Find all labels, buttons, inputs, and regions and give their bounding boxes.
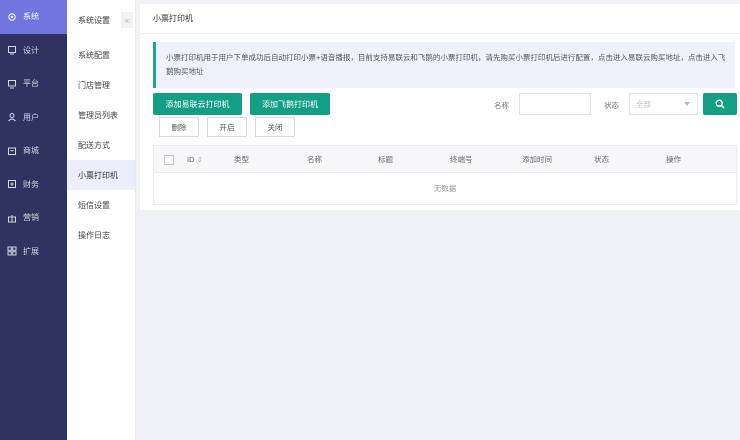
subnav-item-admin-list[interactable]: 管理员列表 xyxy=(67,100,135,130)
user-icon xyxy=(6,111,18,123)
printer-table: ID ⇕ 类型 名称 标题 终端号 添加时间 状态 操作 无数据 xyxy=(153,145,737,205)
nav-label: 财务 xyxy=(23,179,39,189)
search-icon xyxy=(715,99,725,109)
nav-label: 营销 xyxy=(23,213,39,223)
col-terminal: 终端号 xyxy=(450,154,473,164)
delete-button[interactable]: 删除 xyxy=(159,117,199,137)
name-label: 名称 xyxy=(494,101,509,110)
add-feie-printer-button[interactable]: 添加飞鹅打印机 xyxy=(250,93,330,115)
col-actions: 操作 xyxy=(666,154,681,164)
shop-icon xyxy=(6,145,18,157)
col-status: 状态 xyxy=(594,154,609,164)
notice-text: 小票打印机用于用户下单成功后自动打印小票+语音播报，目前支持易联云和飞鹅的小票打… xyxy=(166,53,598,62)
col-id[interactable]: ID ⇕ xyxy=(187,155,203,164)
disable-button[interactable]: 关闭 xyxy=(255,117,295,137)
col-title: 标题 xyxy=(378,154,393,164)
page-title: 小票打印机 xyxy=(140,4,740,34)
main-nav: 系统 设计 平台 用户 商城 财务 营销 扩展 xyxy=(0,0,67,440)
nav-item-platform[interactable]: 平台 xyxy=(0,67,67,101)
nav-label: 设计 xyxy=(23,45,39,55)
nav-item-design[interactable]: 设计 xyxy=(0,34,67,68)
sub-nav: 系统设置 « 系统配置 门店管理 管理员列表 配送方式 小票打印机 短信设置 操… xyxy=(67,0,136,440)
add-yilianyun-printer-button[interactable]: 添加易联云打印机 xyxy=(153,93,242,115)
status-select-value: 全部 xyxy=(636,99,651,109)
nav-label: 商城 xyxy=(23,146,39,156)
col-name: 名称 xyxy=(307,154,322,164)
grid-icon xyxy=(6,245,18,257)
gear-icon xyxy=(6,11,18,23)
nav-item-shop[interactable]: 商城 xyxy=(0,134,67,168)
nav-item-system[interactable]: 系统 xyxy=(0,0,67,34)
subnav-item-system-config[interactable]: 系统配置 xyxy=(67,40,135,70)
nav-item-finance[interactable]: 财务 xyxy=(0,168,67,202)
subnav-item-receipt-printer[interactable]: 小票打印机 xyxy=(67,160,135,190)
status-select[interactable]: 全部 xyxy=(629,93,698,115)
nav-item-user[interactable]: 用户 xyxy=(0,101,67,135)
chevron-down-icon xyxy=(684,102,690,106)
select-all-checkbox[interactable] xyxy=(164,155,174,165)
subnav-item-operation-log[interactable]: 操作日志 xyxy=(67,220,135,250)
nav-label: 系统 xyxy=(23,12,39,22)
nav-item-extend[interactable]: 扩展 xyxy=(0,235,67,269)
col-added-time: 添加时间 xyxy=(522,154,552,164)
col-type: 类型 xyxy=(234,154,249,164)
status-label: 状态 xyxy=(604,101,619,110)
notice-link-yilianyun[interactable]: 点击进入易联云购买地址 xyxy=(598,53,681,62)
subnav-title: 系统设置 « xyxy=(67,0,135,40)
sort-icon[interactable]: ⇕ xyxy=(197,155,203,164)
monitor-icon xyxy=(6,78,18,90)
nav-label: 平台 xyxy=(23,79,39,89)
empty-state: 无数据 xyxy=(153,173,737,205)
search-button[interactable] xyxy=(703,93,737,115)
collapse-button[interactable]: « xyxy=(121,12,133,28)
notice-box: 小票打印机用于用户下单成功后自动打印小票+语音播报，目前支持易联云和飞鹅的小票打… xyxy=(153,42,735,88)
finance-icon xyxy=(6,178,18,190)
nav-label: 扩展 xyxy=(23,246,39,256)
notice-separator: ， xyxy=(680,53,688,62)
subnav-item-delivery[interactable]: 配送方式 xyxy=(67,130,135,160)
main-panel: 小票打印机 小票打印机用于用户下单成功后自动打印小票+语音播报，目前支持易联云和… xyxy=(140,4,740,210)
subnav-title-text: 系统设置 xyxy=(78,15,110,25)
nav-label: 用户 xyxy=(23,112,39,122)
table-header: ID ⇕ 类型 名称 标题 终端号 添加时间 状态 操作 xyxy=(153,145,737,173)
subnav-item-store-management[interactable]: 门店管理 xyxy=(67,70,135,100)
nav-item-marketing[interactable]: 营销 xyxy=(0,201,67,235)
gift-icon xyxy=(6,212,18,224)
enable-button[interactable]: 开启 xyxy=(207,117,247,137)
name-input[interactable] xyxy=(519,93,591,115)
subnav-item-sms[interactable]: 短信设置 xyxy=(67,190,135,220)
design-icon xyxy=(6,44,18,56)
